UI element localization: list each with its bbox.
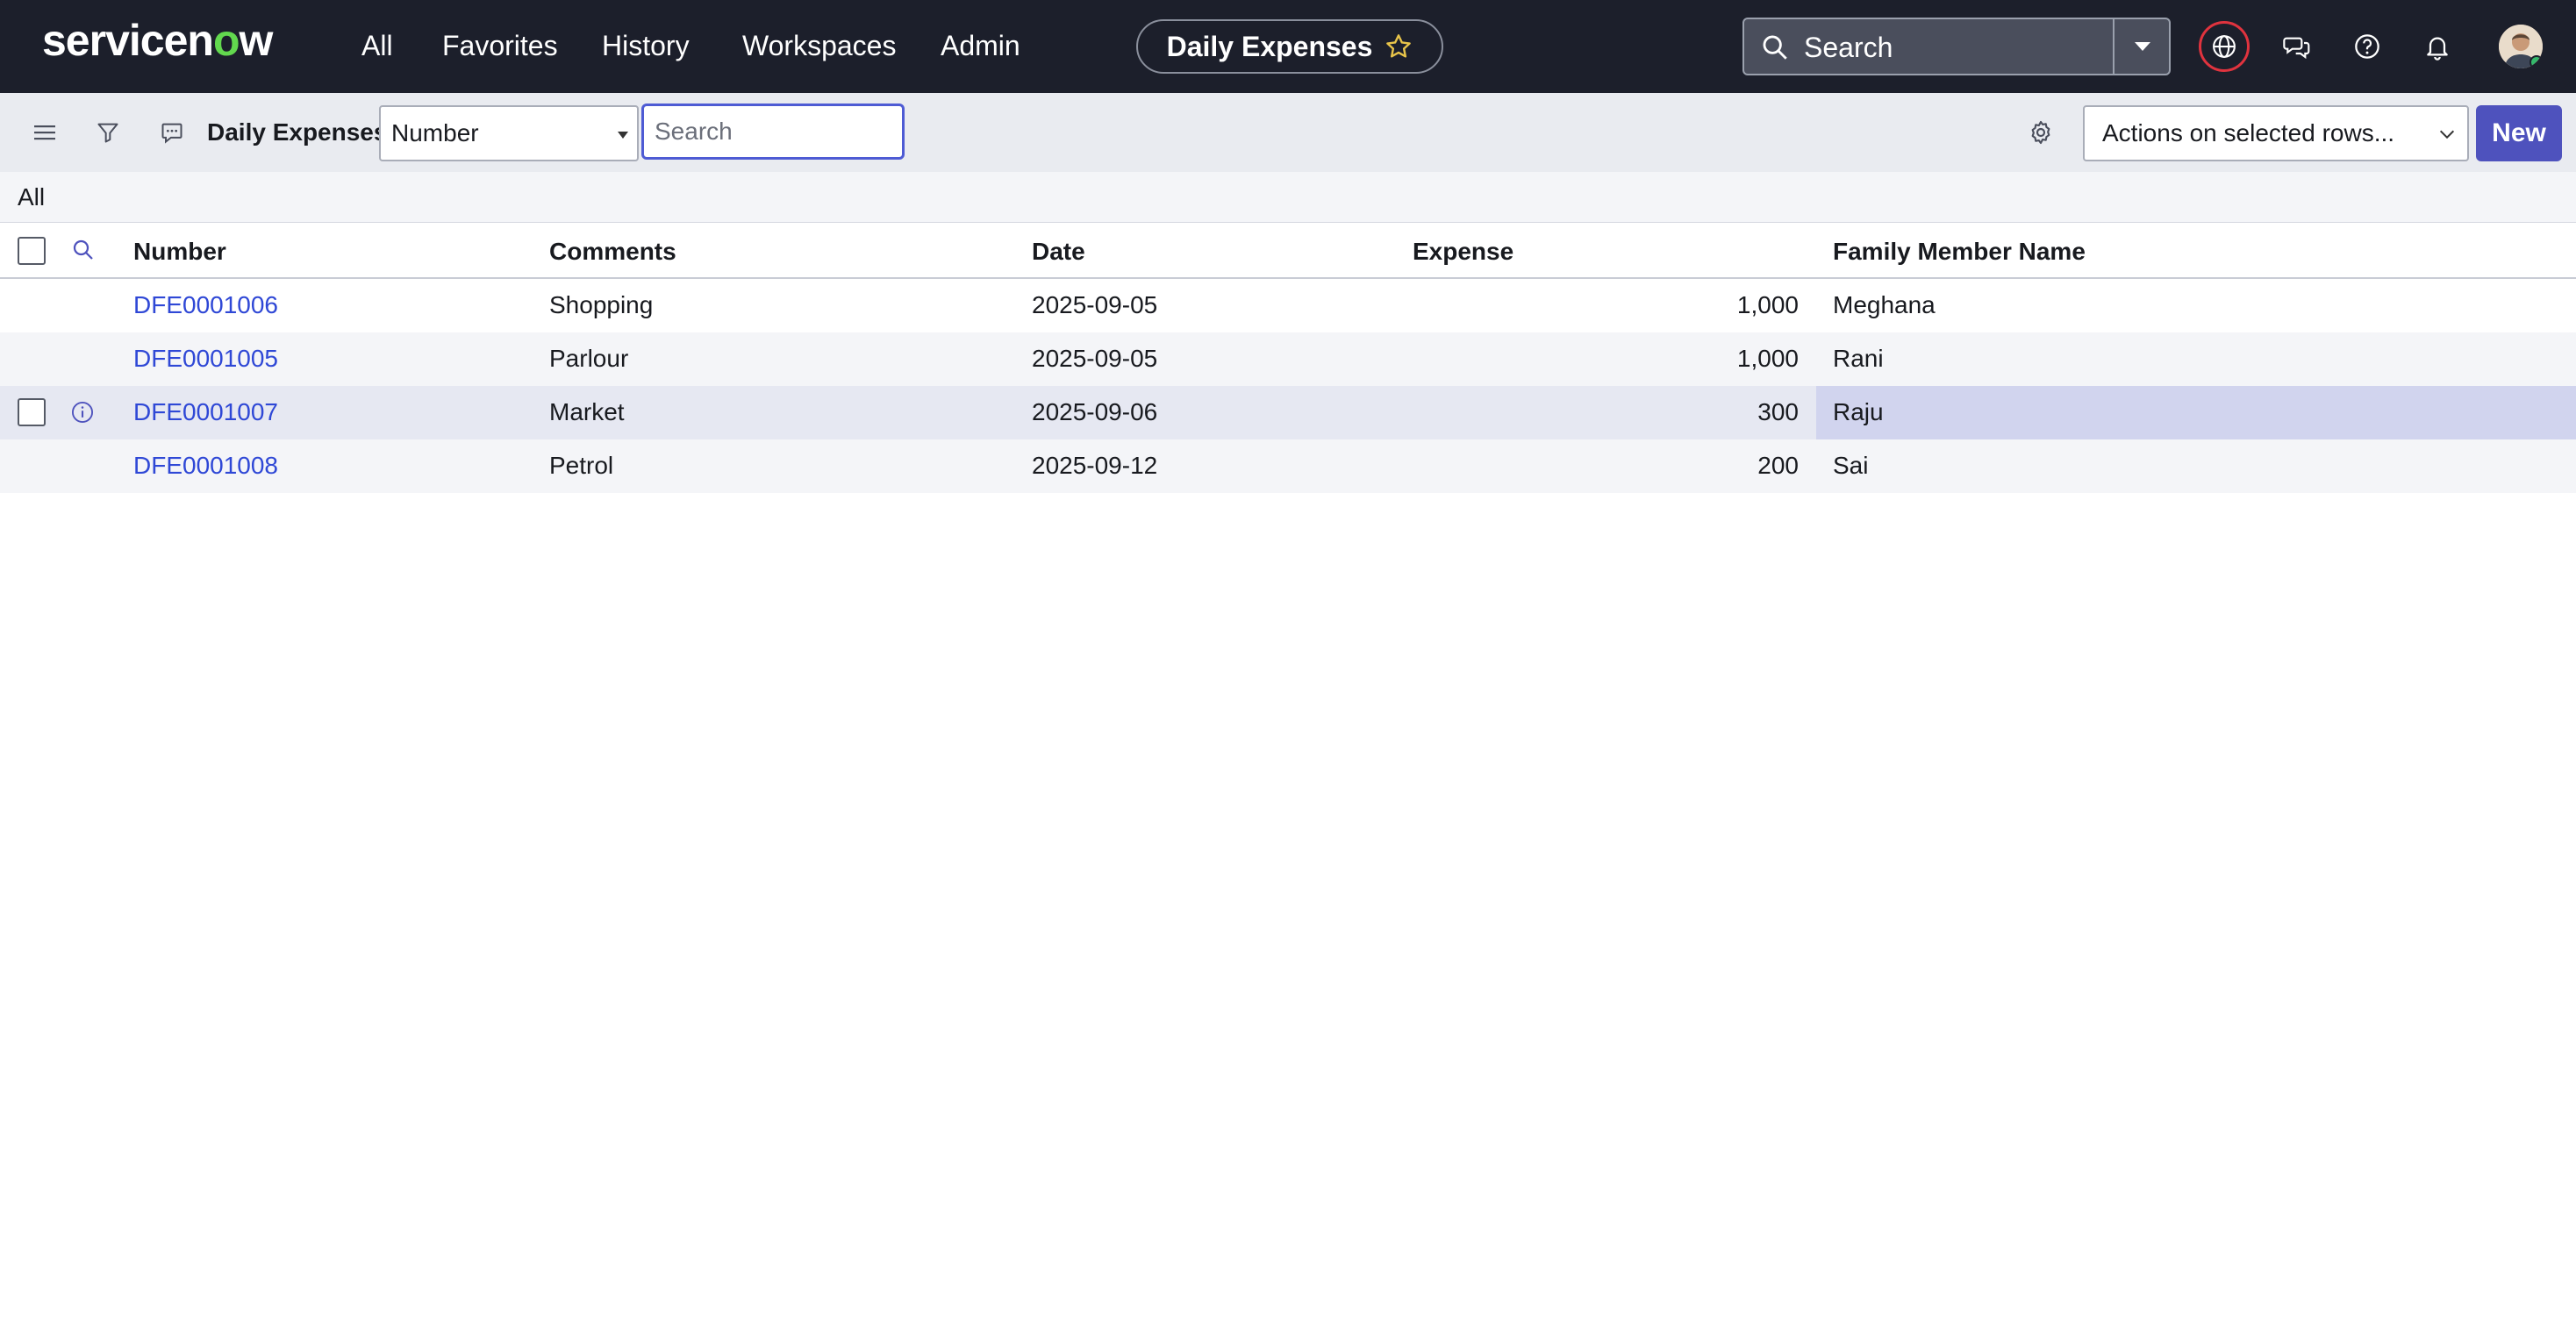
breadcrumb-all[interactable]: All — [18, 182, 45, 212]
list-search-input[interactable] — [641, 104, 905, 160]
chat-button[interactable] — [2272, 21, 2322, 72]
divider — [2113, 19, 2114, 74]
activity-stream-button[interactable] — [154, 115, 190, 150]
table-row[interactable]: DFE0001005 Parlour 2025-09-05 1,000 Rani — [0, 332, 2576, 386]
record-number-link[interactable]: DFE0001008 — [133, 451, 278, 481]
expenses-table: Number Comments Date Expense Family Memb… — [0, 223, 2576, 493]
comments-cell: Shopping — [549, 291, 654, 318]
date-cell: 2025-09-12 — [1032, 452, 1158, 479]
logo-o: o — [212, 16, 240, 65]
chevron-down-icon — [2439, 130, 2455, 139]
column-header-expense[interactable]: Expense — [1413, 237, 1513, 267]
search-field-select[interactable]: Number — [379, 105, 639, 161]
search-icon — [1763, 35, 1787, 60]
nav-history[interactable]: History — [602, 26, 690, 65]
table-row[interactable]: DFE0001007 Market 2025-09-06 300 Raju — [0, 386, 2576, 439]
family-member-cell: Raju — [1833, 398, 1884, 425]
nav-favorites[interactable]: Favorites — [442, 26, 558, 65]
expense-cell: 1,000 — [1736, 291, 1799, 318]
record-number-link[interactable]: DFE0001006 — [133, 290, 278, 320]
comments-cell: Parlour — [549, 345, 629, 372]
family-member-cell: Meghana — [1833, 291, 1936, 318]
record-number-link[interactable]: DFE0001007 — [133, 397, 278, 427]
global-search-placeholder: Search — [1804, 32, 1893, 63]
filter-icon — [97, 123, 118, 143]
column-header-date[interactable]: Date — [1032, 237, 1085, 267]
caret-down-icon — [2135, 42, 2150, 51]
table-row[interactable]: DFE0001006 Shopping 2025-09-05 1,000 Meg… — [0, 279, 2576, 332]
search-field-value: Number — [391, 119, 479, 146]
search-scope-dropdown[interactable] — [2116, 19, 2169, 74]
nav-admin[interactable]: Admin — [941, 26, 1020, 65]
new-button[interactable]: New — [2476, 105, 2562, 161]
actions-select[interactable]: Actions on selected rows... — [2083, 105, 2469, 161]
info-icon[interactable] — [70, 400, 95, 425]
context-title-pill[interactable]: Daily Expenses — [1136, 19, 1443, 74]
row-checkbox[interactable] — [18, 398, 46, 426]
expense-cell: 300 — [1757, 398, 1799, 425]
actions-select-value: Actions on selected rows... — [2102, 119, 2395, 146]
caret-down-icon — [618, 132, 628, 139]
column-header-comments[interactable]: Comments — [549, 237, 676, 267]
help-button[interactable] — [2342, 21, 2393, 72]
list-toolbar: Daily Expenses Number Actions on selecte… — [0, 93, 2576, 172]
help-icon — [2355, 34, 2379, 59]
date-cell: 2025-09-05 — [1032, 345, 1158, 372]
star-icon[interactable] — [1385, 32, 1413, 61]
list-title: Daily Expenses — [207, 118, 388, 146]
comments-cell: Petrol — [549, 452, 614, 479]
date-cell: 2025-09-06 — [1032, 398, 1158, 425]
expense-cell: 1,000 — [1736, 345, 1799, 372]
nav-workspaces[interactable]: Workspaces — [742, 26, 896, 65]
chat-icon — [2283, 37, 2310, 60]
gear-icon — [2031, 120, 2050, 145]
servicenow-logo[interactable]: servicenow — [42, 16, 273, 65]
select-all-checkbox[interactable] — [18, 237, 46, 265]
comment-icon — [161, 123, 182, 144]
online-status-indicator — [2529, 55, 2543, 68]
logo-text-end: w — [239, 16, 273, 65]
nav-all[interactable]: All — [361, 26, 393, 65]
logo-text: servicen — [42, 16, 214, 65]
breadcrumb: All — [0, 172, 2576, 223]
column-header-family-member-name[interactable]: Family Member Name — [1833, 237, 2086, 267]
hovered-cell-highlight — [1816, 386, 2576, 439]
table-row[interactable]: DFE0001008 Petrol 2025-09-12 200 Sai — [0, 439, 2576, 493]
bell-icon — [2427, 37, 2448, 61]
family-member-cell: Sai — [1833, 452, 1869, 479]
notifications-button[interactable] — [2412, 21, 2463, 72]
table-header: Number Comments Date Expense Family Memb… — [0, 223, 2576, 279]
expense-cell: 200 — [1757, 452, 1799, 479]
family-member-cell: Rani — [1833, 345, 1884, 372]
globe-button[interactable] — [2199, 21, 2250, 72]
filter-button[interactable] — [90, 115, 125, 150]
list-settings-button[interactable] — [2023, 115, 2058, 150]
column-search-icon[interactable] — [70, 237, 97, 263]
comments-cell: Market — [549, 398, 625, 425]
list-menu-button[interactable] — [28, 115, 63, 150]
hamburger-icon — [34, 125, 55, 140]
context-title: Daily Expenses — [1166, 30, 1373, 62]
avatar[interactable] — [2499, 25, 2543, 68]
record-number-link[interactable]: DFE0001005 — [133, 344, 278, 374]
global-search[interactable]: Search — [1742, 18, 2171, 75]
column-header-number[interactable]: Number — [133, 237, 226, 267]
globe-icon — [2213, 35, 2236, 58]
top-navigation-bar: servicenow All Favorites History Workspa… — [0, 0, 2576, 93]
date-cell: 2025-09-05 — [1032, 291, 1158, 318]
